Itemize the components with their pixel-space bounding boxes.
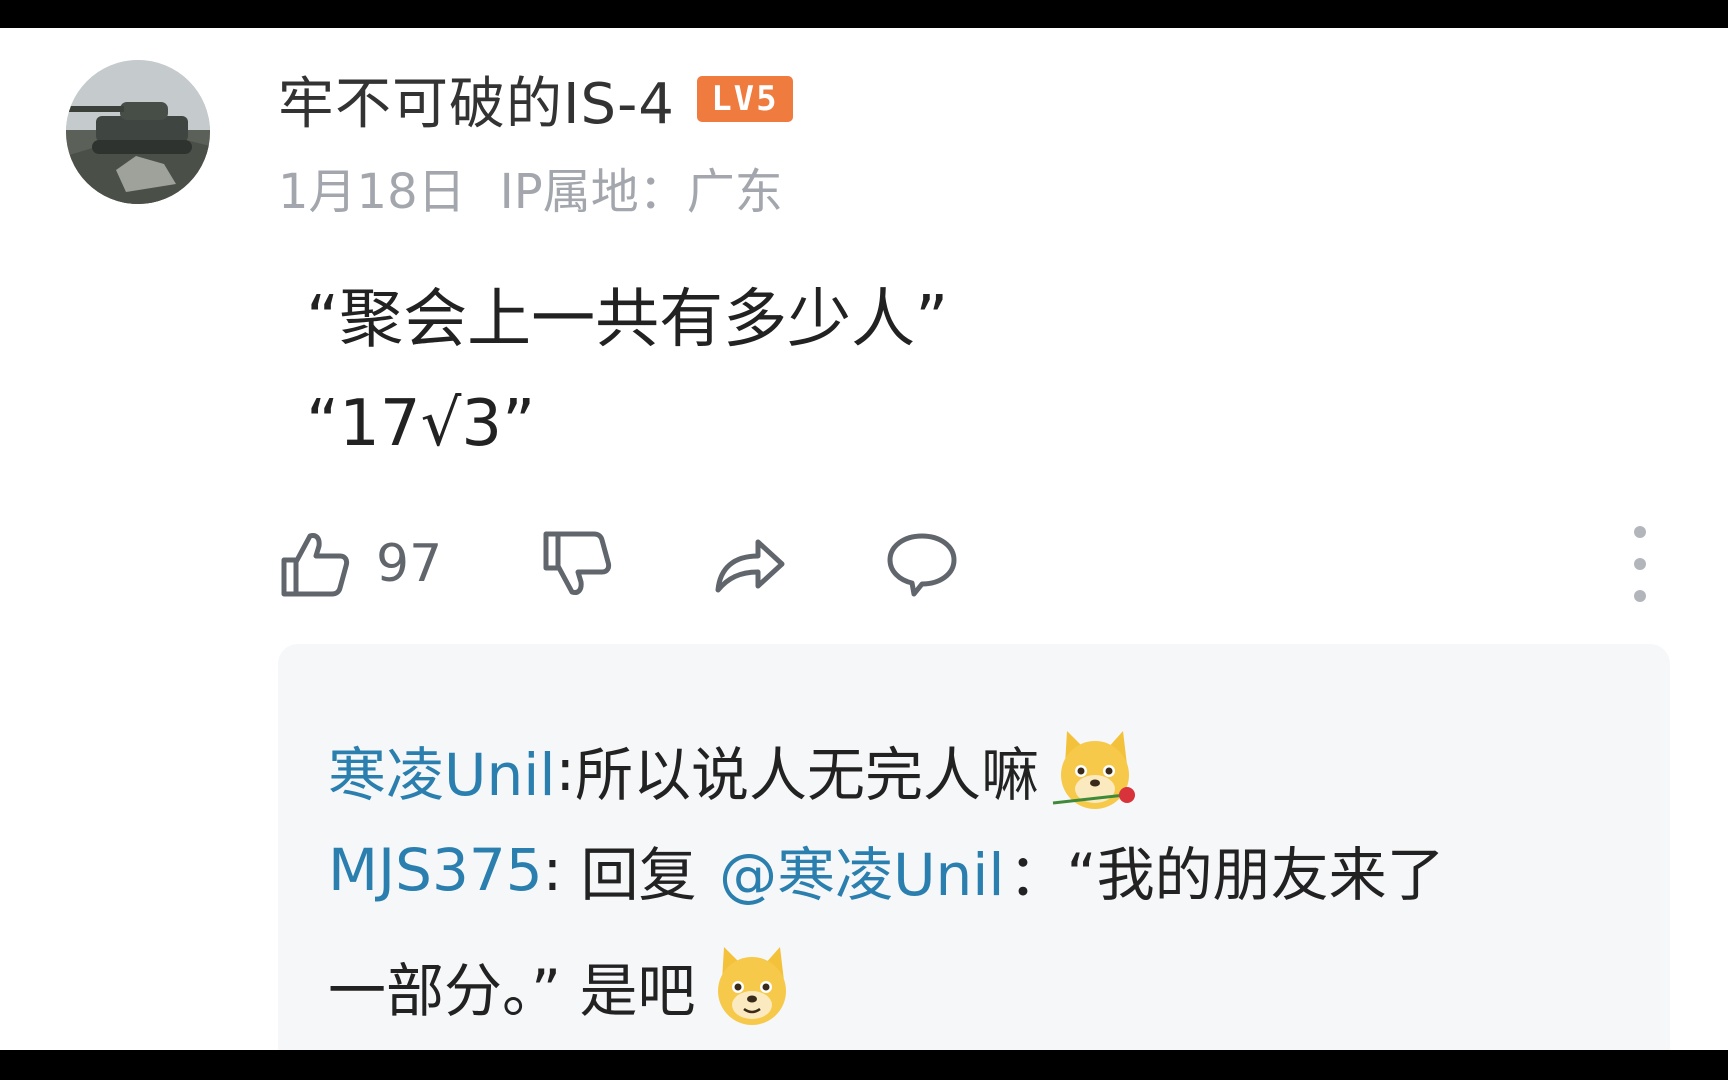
comment-bubble-icon	[887, 533, 957, 597]
reply-username[interactable]: MJS375	[328, 836, 543, 904]
share-button[interactable]	[712, 516, 788, 612]
thumbs-down-icon	[543, 531, 612, 595]
dislike-button[interactable]	[540, 516, 612, 612]
reply-prefix: 回复	[562, 841, 716, 909]
share-icon	[715, 539, 785, 593]
replies-panel[interactable]: 寒凌Unil : 所以说人无完人嘛 MJS375 : 回复 @寒凌Unil ：“…	[278, 644, 1670, 1050]
tank-image	[66, 60, 210, 204]
like-count: 97	[376, 534, 443, 594]
reply-separator: :	[542, 836, 563, 904]
reply-text: 所以说人无完人嘛	[575, 741, 1040, 809]
comment-line: “17√3”	[306, 387, 536, 461]
reply-text: 一部分。” 是吧	[328, 957, 696, 1025]
action-bar: 97	[278, 516, 1658, 612]
reply-text: ：“我的朋友来了	[1008, 841, 1445, 909]
more-vertical-icon	[1634, 526, 1646, 538]
comment-date: 1月18日	[278, 164, 466, 220]
thumbs-up-icon	[281, 533, 350, 597]
comment-screen: 牢不可破的IS-4 LV5 1月18日 IP属地：广东 “聚会上一共有多少人” …	[0, 28, 1728, 1050]
reply-separator: :	[555, 736, 575, 804]
doge-emoji-icon	[1052, 731, 1136, 809]
username[interactable]: 牢不可破的IS-4	[278, 59, 675, 140]
comment-meta: 1月18日 IP属地：广东	[278, 152, 783, 222]
comment-body: “聚会上一共有多少人” “17√3”	[306, 268, 948, 476]
comment-line: “聚会上一共有多少人”	[306, 283, 949, 357]
reply-continuation: 一部分。” 是吧	[328, 938, 798, 1034]
reply-item[interactable]: MJS375 : 回复 @寒凌Unil ：“我的朋友来了	[328, 822, 1445, 918]
level-badge: LV5	[696, 76, 793, 122]
reply-item[interactable]: 寒凌Unil : 所以说人无完人嘛	[328, 722, 1141, 818]
reply-button[interactable]	[884, 516, 960, 612]
user-header: 牢不可破的IS-4 LV5	[278, 62, 793, 137]
doge-emoji-icon	[717, 947, 786, 1025]
mention-link[interactable]: @寒凌Unil	[719, 828, 1004, 912]
ip-location: IP属地：广东	[499, 164, 783, 220]
reply-username[interactable]: 寒凌Unil	[328, 728, 555, 812]
like-button[interactable]: 97	[278, 516, 442, 612]
avatar[interactable]	[66, 60, 210, 204]
more-options-button[interactable]	[1620, 526, 1660, 602]
